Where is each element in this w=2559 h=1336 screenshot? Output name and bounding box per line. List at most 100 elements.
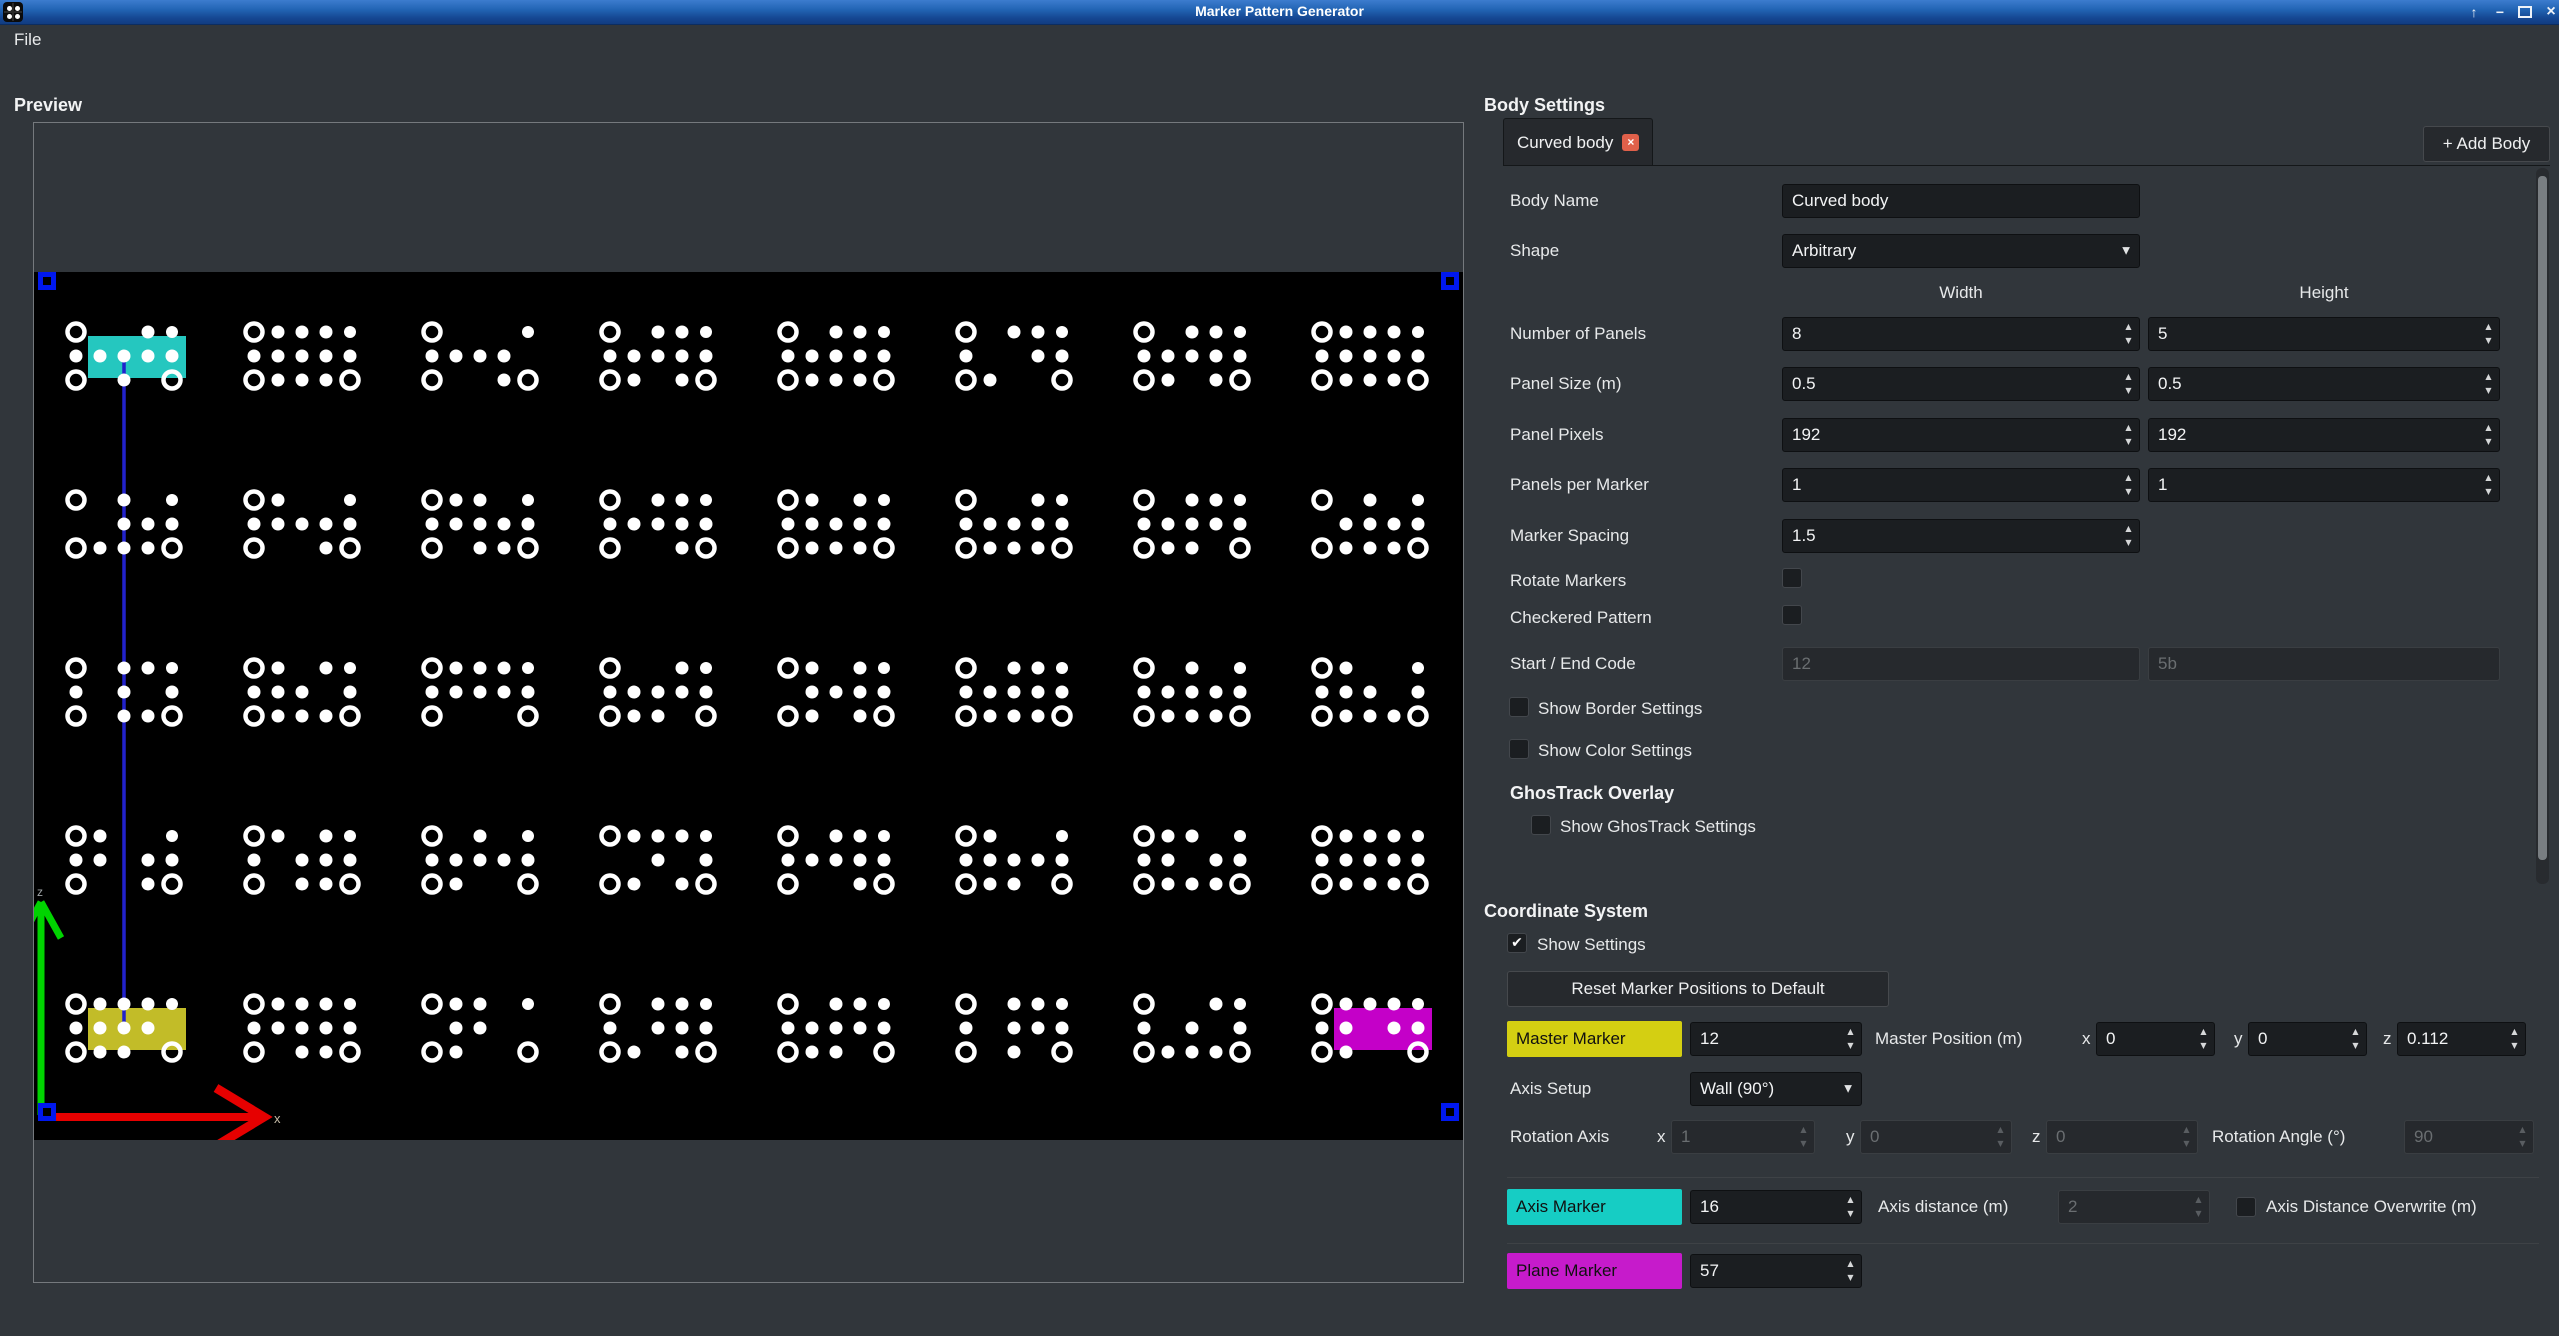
window-title: Marker Pattern Generator: [0, 3, 2559, 19]
spinner-buttons[interactable]: ▲▼: [2480, 470, 2497, 500]
rotation-y-label: y: [1846, 1127, 1855, 1147]
rotation-z-label: z: [2032, 1127, 2041, 1147]
axis-setup-label: Axis Setup: [1510, 1079, 1591, 1099]
number-of-panels-label: Number of Panels: [1510, 324, 1646, 344]
rotation-z-spinbox[interactable]: 0 ▲▼: [2046, 1120, 2198, 1154]
panel-size-height-spinbox[interactable]: 0.5 ▲▼: [2148, 367, 2500, 401]
marker-pattern: [1314, 660, 1427, 725]
spinner-buttons[interactable]: ▲▼: [1842, 1024, 1859, 1054]
start-end-code-label: Start / End Code: [1510, 654, 1636, 674]
plane-marker-tag: Plane Marker: [1507, 1253, 1682, 1289]
panels-per-marker-height-spinbox[interactable]: 1 ▲▼: [2148, 468, 2500, 502]
spinner-buttons: ▲▼: [2178, 1122, 2195, 1152]
panels-width-spinbox[interactable]: 8 ▲▼: [1782, 317, 2140, 351]
menu-file[interactable]: File: [8, 28, 47, 52]
rotation-x-spinbox[interactable]: 1 ▲▼: [1671, 1120, 1815, 1154]
panels-height-spinbox[interactable]: 5 ▲▼: [2148, 317, 2500, 351]
tab-curved-body[interactable]: Curved body ×: [1503, 118, 1653, 166]
reset-marker-positions-button[interactable]: Reset Marker Positions to Default: [1507, 971, 1889, 1007]
x-axis-arrow: x: [56, 1088, 281, 1140]
panel-pixels-width-spinbox[interactable]: 192 ▲▼: [1782, 418, 2140, 452]
spinner-buttons[interactable]: ▲▼: [2120, 420, 2137, 450]
marker-pattern: [602, 996, 715, 1061]
marker-pattern: [958, 492, 1071, 557]
shape-dropdown[interactable]: Arbitrary ▼: [1782, 234, 2140, 268]
spinner-buttons[interactable]: ▲▼: [2480, 420, 2497, 450]
selection-handle[interactable]: [38, 272, 56, 290]
rotate-markers-checkbox[interactable]: ✔: [1782, 568, 1802, 588]
end-code-input[interactable]: 5b: [2148, 647, 2500, 681]
title-bar[interactable]: Marker Pattern Generator ↑ − ×: [0, 0, 2559, 25]
add-body-button[interactable]: + Add Body: [2423, 126, 2550, 162]
spinner-buttons[interactable]: ▲▼: [2195, 1024, 2212, 1054]
panels-per-marker-label: Panels per Marker: [1510, 475, 1649, 495]
show-settings-checkbox[interactable]: ✔: [1507, 933, 1527, 953]
spinner-buttons[interactable]: ▲▼: [1842, 1192, 1859, 1222]
master-x-spinbox[interactable]: 0 ▲▼: [2096, 1022, 2215, 1056]
spinner-buttons: ▲▼: [1795, 1122, 1812, 1152]
marker-pattern: [424, 660, 537, 725]
spinner-buttons[interactable]: ▲▼: [2120, 470, 2137, 500]
tab-label: Curved body: [1517, 133, 1613, 153]
panel-pixels-height-spinbox[interactable]: 192 ▲▼: [2148, 418, 2500, 452]
spinner-buttons[interactable]: ▲▼: [2120, 369, 2137, 399]
minimize-icon[interactable]: −: [2489, 2, 2511, 22]
panel-size-width-spinbox[interactable]: 0.5 ▲▼: [1782, 367, 2140, 401]
plane-marker-id-spinbox[interactable]: 57 ▲▼: [1690, 1254, 1862, 1288]
start-code-input[interactable]: 12: [1782, 647, 2140, 681]
master-marker-id-spinbox[interactable]: 12 ▲▼: [1690, 1022, 1862, 1056]
marker-pattern: [958, 660, 1071, 725]
scrollbar-thumb[interactable]: [2538, 176, 2547, 860]
master-position-label: Master Position (m): [1875, 1029, 2022, 1049]
spinner-buttons[interactable]: ▲▼: [2347, 1024, 2364, 1054]
rotation-axis-label: Rotation Axis: [1510, 1127, 1609, 1147]
restore-icon[interactable]: [2514, 2, 2536, 22]
marker-pattern: [1136, 996, 1249, 1061]
master-y-spinbox[interactable]: 0 ▲▼: [2248, 1022, 2367, 1056]
marker-pattern: [958, 996, 1071, 1061]
close-icon[interactable]: ×: [2540, 2, 2559, 22]
selection-handle[interactable]: [1441, 272, 1459, 290]
z-axis-label: z: [37, 885, 43, 899]
application-window: Marker Pattern Generator ↑ − × File Prev…: [0, 0, 2559, 1336]
marker-pattern: [424, 492, 537, 557]
width-column-header: Width: [1782, 283, 2140, 303]
z-axis-arrow: z: [34, 885, 61, 1115]
axis-marker-id-spinbox[interactable]: 16 ▲▼: [1690, 1190, 1862, 1224]
axis-distance-overwrite-checkbox[interactable]: ✔: [2236, 1197, 2256, 1217]
spinner-buttons[interactable]: ▲▼: [1842, 1256, 1859, 1286]
rollup-icon[interactable]: ↑: [2463, 2, 2485, 22]
marker-pattern: [780, 996, 893, 1061]
axis-setup-dropdown[interactable]: Wall (90°) ▼: [1690, 1072, 1862, 1106]
rotation-y-spinbox[interactable]: 0 ▲▼: [1860, 1120, 2012, 1154]
divider: [1507, 1177, 2539, 1178]
marker-pattern: [958, 828, 1071, 893]
tab-close-icon[interactable]: ×: [1622, 134, 1639, 151]
master-z-spinbox[interactable]: 0.112 ▲▼: [2397, 1022, 2526, 1056]
marker-pattern: [1314, 324, 1427, 389]
spinner-buttons[interactable]: ▲▼: [2480, 319, 2497, 349]
show-border-settings-checkbox[interactable]: ✔: [1509, 697, 1529, 717]
rotation-angle-spinbox[interactable]: 90 ▲▼: [2404, 1120, 2534, 1154]
spinner-buttons: ▲▼: [2190, 1192, 2207, 1222]
show-ghostrack-settings-label: Show GhosTrack Settings: [1560, 817, 1756, 837]
checkered-pattern-checkbox[interactable]: ✔: [1782, 605, 1802, 625]
axis-distance-spinbox[interactable]: 2 ▲▼: [2058, 1190, 2210, 1224]
selection-handle[interactable]: [1441, 1103, 1459, 1121]
spinner-buttons[interactable]: ▲▼: [2120, 521, 2137, 551]
spinner-buttons[interactable]: ▲▼: [2120, 319, 2137, 349]
marker-spacing-spinbox[interactable]: 1.5 ▲▼: [1782, 519, 2140, 553]
divider: [1507, 1243, 2539, 1244]
shape-label: Shape: [1510, 241, 1559, 261]
marker-preview-canvas[interactable]: zx: [34, 272, 1463, 1140]
marker-pattern: [602, 492, 715, 557]
selection-handle[interactable]: [38, 1103, 56, 1121]
spinner-buttons[interactable]: ▲▼: [2506, 1024, 2523, 1054]
spinner-buttons[interactable]: ▲▼: [2480, 369, 2497, 399]
panels-per-marker-width-spinbox[interactable]: 1 ▲▼: [1782, 468, 2140, 502]
show-color-settings-checkbox[interactable]: ✔: [1509, 739, 1529, 759]
marker-pattern: [780, 660, 893, 725]
marker-pattern: [958, 324, 1071, 389]
body-name-input[interactable]: Curved body: [1782, 184, 2140, 218]
show-ghostrack-settings-checkbox[interactable]: ✔: [1531, 815, 1551, 835]
